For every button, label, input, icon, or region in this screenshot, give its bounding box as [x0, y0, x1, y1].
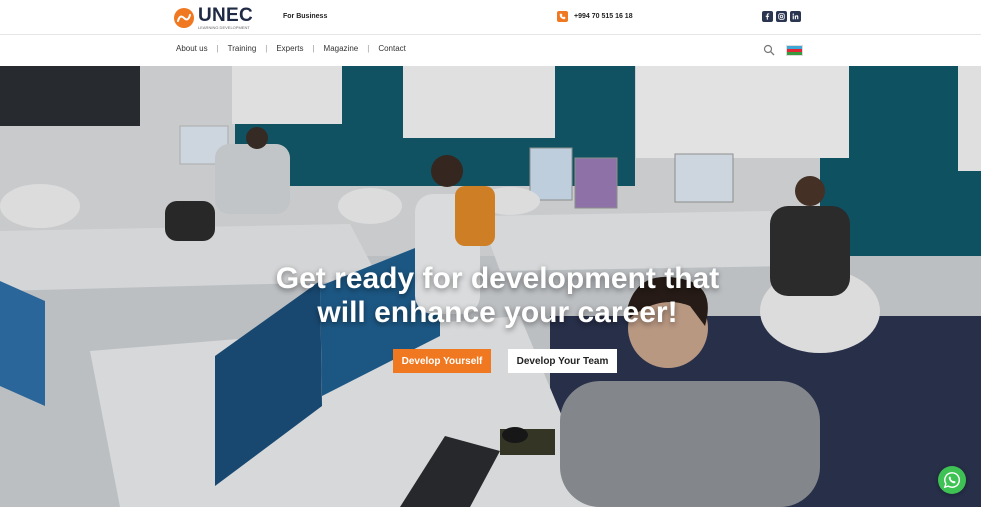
- nav-training[interactable]: Training: [228, 44, 257, 53]
- for-business-link[interactable]: For Business: [283, 13, 327, 20]
- phone-icon: [557, 11, 568, 22]
- nav-about-us[interactable]: About us: [176, 44, 208, 53]
- hero-section: Get ready for development that will enha…: [0, 66, 981, 507]
- instagram-icon[interactable]: [776, 11, 787, 22]
- hero-title-line-2: will enhance your career!: [317, 296, 678, 329]
- nav-separator: |: [367, 44, 370, 53]
- facebook-icon[interactable]: [762, 11, 773, 22]
- linkedin-icon[interactable]: [790, 11, 801, 22]
- hero-title: Get ready for development that will enha…: [0, 262, 981, 330]
- nav-separator: |: [312, 44, 315, 53]
- nav-magazine[interactable]: Magazine: [324, 44, 359, 53]
- search-icon[interactable]: [763, 43, 775, 56]
- develop-yourself-button[interactable]: Develop Yourself: [393, 349, 491, 373]
- logo-wordmark: UNEC: [198, 5, 254, 26]
- whatsapp-chat-icon[interactable]: [938, 466, 966, 494]
- language-flag-icon[interactable]: [786, 45, 803, 56]
- phone-contact[interactable]: +994 70 515 16 18: [557, 11, 633, 22]
- logo[interactable]: UNEC LEARNING DEVELOPMENT: [174, 6, 253, 30]
- logo-mark-icon: [174, 8, 194, 28]
- phone-number: +994 70 515 16 18: [574, 13, 633, 20]
- nav-separator: |: [216, 44, 219, 53]
- main-navigation: About us | Training | Experts | Magazine…: [0, 35, 981, 65]
- nav-separator: |: [265, 44, 268, 53]
- hero-title-line-1: Get ready for development that: [275, 262, 720, 295]
- nav-contact[interactable]: Contact: [378, 44, 406, 53]
- logo-subtitle: LEARNING DEVELOPMENT: [198, 25, 250, 30]
- top-bar: UNEC LEARNING DEVELOPMENT For Business +…: [0, 0, 981, 35]
- develop-your-team-button[interactable]: Develop Your Team: [508, 349, 617, 373]
- nav-experts[interactable]: Experts: [276, 44, 303, 53]
- social-links: [762, 11, 801, 22]
